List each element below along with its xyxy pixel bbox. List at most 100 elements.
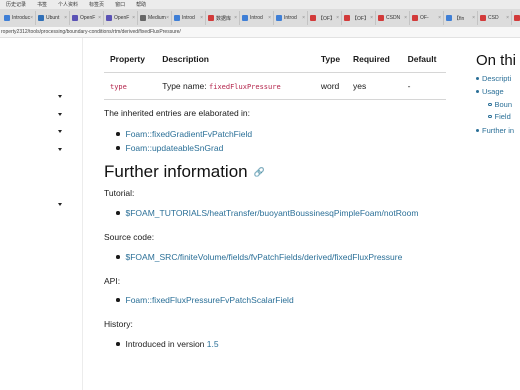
close-tab-icon[interactable]: × (200, 15, 203, 21)
tutorial-link[interactable]: $FOAM_TUTORIALS/heatTransfer/buoyantBous… (126, 208, 419, 218)
description-prefix: Type name: (162, 80, 207, 91)
browser-tab[interactable]: Medium × (138, 11, 172, 25)
toc-item-further[interactable]: Further in (476, 126, 514, 135)
tab-label: 【OF】 (318, 15, 335, 22)
menu-bookmarks[interactable]: 书签 (37, 1, 47, 8)
close-tab-icon[interactable]: × (404, 15, 407, 21)
menu-history[interactable]: 历史记录 (6, 1, 26, 8)
close-tab-icon[interactable]: × (472, 15, 475, 21)
expand-caret-icon[interactable] (58, 203, 62, 206)
toc-item-field[interactable]: Field (488, 112, 511, 121)
link-anchor-icon[interactable]: 🔗 (254, 167, 265, 178)
browser-tab[interactable]: 【OF】 × (308, 11, 342, 25)
list-item: Introduced in version 1.5 (116, 339, 219, 349)
toc-item-label[interactable]: Usage (482, 87, 504, 96)
inherited-link[interactable]: Foam::updateableSnGrad (126, 143, 224, 153)
browser-tab[interactable]: OF- × (410, 11, 444, 25)
toc-item-label[interactable]: Boun (495, 100, 513, 109)
close-tab-icon[interactable]: × (166, 15, 169, 21)
browser-tab[interactable]: Introd × (274, 11, 308, 25)
favicon-icon (174, 15, 180, 21)
close-tab-icon[interactable]: × (302, 15, 305, 21)
column-header: Default (401, 46, 446, 73)
tab-strip: Introduc × Ubunt × OpenF × OpenF × Medium × Introd… (0, 9, 520, 27)
source-link[interactable]: $FOAM_SRC/finiteVolume/fields/fvPatchFie… (126, 252, 403, 262)
favicon-icon (514, 15, 520, 21)
favicon-icon (38, 15, 44, 21)
tab-label: CSD (488, 15, 499, 21)
list-item: Foam::fixedGradientFvPatchField (116, 129, 253, 139)
browser-tab[interactable]: Introd × (240, 11, 274, 25)
expand-caret-icon[interactable] (58, 130, 62, 133)
toc-item-description[interactable]: Descripti (476, 74, 511, 83)
close-tab-icon[interactable]: × (370, 15, 373, 21)
expand-caret-icon[interactable] (58, 148, 62, 151)
api-link[interactable]: Foam::fixedFluxPressureFvPatchScalarFiel… (126, 295, 294, 305)
tab-label: Introd (250, 15, 263, 21)
close-tab-icon[interactable]: × (64, 15, 67, 21)
tab-label: Ubunt (46, 15, 60, 21)
favicon-icon (276, 15, 282, 21)
required-cell: yes (347, 72, 402, 100)
tab-label: 【OF】 (352, 15, 369, 22)
menu-profiles[interactable]: 个人资料 (58, 1, 78, 8)
expand-caret-icon[interactable] (58, 113, 62, 116)
browser-tab[interactable]: 【OF】 × (342, 11, 376, 25)
tab-label: Introd (182, 15, 195, 21)
inherited-intro: The inherited entries are elaborated in: (104, 108, 251, 118)
url-text[interactable]: roperty2312/tools/processing/boundary-co… (0, 29, 181, 35)
list-item: $FOAM_SRC/finiteVolume/fields/fvPatchFie… (116, 252, 403, 262)
toc-item-label[interactable]: Further in (482, 126, 514, 135)
expand-caret-icon[interactable] (58, 95, 62, 98)
tab-label: OpenF (114, 15, 130, 21)
favicon-icon (480, 15, 486, 21)
table-of-contents: On thi Descripti Usage Boun Field Furthe… (476, 38, 520, 390)
inherited-link[interactable]: Foam::fixedGradientFvPatchField (126, 129, 253, 139)
toc-item-label[interactable]: Descripti (482, 74, 511, 83)
address-bar[interactable]: roperty2312/tools/processing/boundary-co… (0, 27, 520, 38)
browser-tab[interactable]: Introd × (172, 11, 206, 25)
favicon-icon (412, 15, 418, 21)
close-tab-icon[interactable]: × (98, 15, 101, 21)
version-link[interactable]: 1.5 (207, 339, 219, 349)
close-tab-icon[interactable]: × (506, 15, 509, 21)
menu-tabs[interactable]: 标签页 (89, 1, 104, 8)
toc-item-usage[interactable]: Usage (476, 87, 504, 96)
close-tab-icon[interactable]: × (438, 15, 441, 21)
close-tab-icon[interactable]: × (268, 15, 271, 21)
browser-tab[interactable]: 【fin × (444, 11, 478, 25)
api-label: API: (104, 276, 121, 286)
close-tab-icon[interactable]: × (132, 15, 135, 21)
properties-table: Property Description Type Required Defau… (104, 46, 446, 100)
favicon-icon (344, 15, 350, 21)
menu-bar: 历史记录 书签 个人资料 标签页 窗口 帮助 (0, 0, 520, 9)
close-tab-icon[interactable]: × (30, 15, 33, 21)
browser-tab[interactable]: OpenF × (104, 11, 138, 25)
menu-help[interactable]: 帮助 (136, 1, 146, 8)
favicon-icon (106, 15, 112, 21)
heading-text: Further information (104, 162, 248, 181)
favicon-icon (310, 15, 316, 21)
browser-tab[interactable]: 数据库 × (206, 11, 240, 25)
tab-label: 数据库 (216, 15, 232, 22)
toc-item-boundary[interactable]: Boun (488, 100, 512, 109)
toc-item-label[interactable]: Field (495, 112, 511, 121)
browser-tab[interactable]: Ubunt × (36, 11, 70, 25)
browser-tab[interactable]: CSDN × (376, 11, 410, 25)
default-cell: - (401, 72, 446, 100)
tab-label: CSDN (386, 15, 401, 21)
close-tab-icon[interactable]: × (234, 15, 237, 21)
browser-tab[interactable]: CSD × (478, 11, 512, 25)
column-header: Description (156, 46, 315, 73)
column-header: Type (314, 46, 347, 73)
section-heading: Further information 🔗 (104, 162, 265, 182)
browser-tab[interactable]: OpenF × (70, 11, 104, 25)
browser-tab[interactable]: Introduc × (2, 11, 36, 25)
favicon-icon (4, 15, 10, 21)
browser-tab[interactable]: OF× (512, 11, 520, 25)
close-tab-icon[interactable]: × (336, 15, 339, 21)
tab-label: Medium (148, 15, 166, 21)
menu-window[interactable]: 窗口 (115, 1, 125, 8)
type-cell: word (314, 72, 347, 100)
tab-label: Introduc (12, 15, 31, 21)
